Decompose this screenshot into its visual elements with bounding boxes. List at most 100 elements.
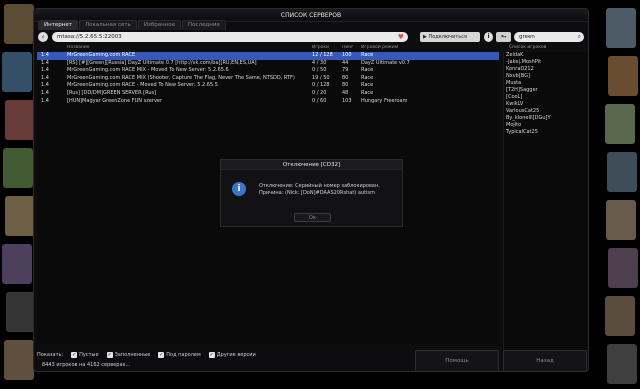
server-players: 0 / 20 [312, 89, 327, 96]
connect-label: Подключиться [428, 34, 467, 40]
info-icon: i [232, 182, 246, 196]
server-players: 4 / 30 [312, 59, 327, 66]
server-name: [HUN]Magyar GreenZone FUN szerver [67, 97, 163, 104]
server-ping: 80 [342, 74, 349, 81]
checkbox-checked-icon[interactable]: ✓ [71, 352, 78, 358]
column-header-players[interactable]: Игроки [312, 45, 342, 50]
server-players: 0 / 50 [312, 67, 327, 74]
server-players: 12 / 128 [312, 52, 333, 58]
server-mode: Race [361, 89, 374, 96]
server-ping: 100 [342, 52, 352, 58]
flag-icon: ⚑▾ [500, 34, 507, 39]
filter-label: Под паролем [166, 352, 201, 358]
server-mode: DayZ Ultimate v0.7 [361, 59, 410, 66]
server-players: 19 / 50 [312, 74, 330, 81]
server-mode: Hungary Freeroam [361, 97, 408, 104]
search-text: green [519, 34, 535, 40]
decorative-background-right [600, 0, 640, 389]
player-list-header: Список игроков [509, 45, 547, 50]
server-row[interactable]: 1.4 MrGreenGaming.com RACE MIX - Moved T… [37, 67, 499, 75]
server-browser-window: СПИСОК СЕРВЕРОВ Интернет Локальная сеть … [33, 8, 589, 372]
checkbox-checked-icon[interactable]: ✓ [106, 352, 113, 358]
filter-label: Пустые [79, 352, 99, 358]
filter-full[interactable]: ✓ Заполненные [106, 352, 151, 358]
player-name: KwikLV [506, 101, 524, 107]
player-name: By_klonelll[DGu]Y [506, 115, 551, 121]
server-address-text: mtasa://5.2.65.5:22003 [57, 34, 122, 40]
server-version: 1.4 [41, 97, 49, 104]
filter-label: Заполненные [114, 352, 151, 358]
server-row[interactable]: 1.4 [HUN]Magyar GreenZone FUN szerver 0 … [37, 98, 499, 106]
arrow-left-icon: ‹ [41, 33, 45, 41]
server-address-input[interactable]: mtasa://5.2.65.5:22003 ♥ [52, 32, 408, 42]
checkbox-checked-icon[interactable]: ✓ [158, 352, 165, 358]
server-mode: Race [361, 67, 374, 74]
dialog-message: Отключение: Серийный номер заблокирован.… [259, 183, 399, 197]
column-header-name[interactable]: Название [67, 45, 307, 50]
search-icon: ⌕ [577, 33, 581, 40]
server-version: 1.4 [41, 59, 49, 66]
server-version: 1.4 [41, 67, 49, 74]
filter-locked[interactable]: ✓ Под паролем [158, 352, 201, 358]
filter-empty[interactable]: ✓ Пустые [71, 352, 99, 358]
play-icon: ▶ [423, 34, 427, 40]
server-name: MrGreenGaming.com RACE MIX (Shooter, Cap… [67, 74, 295, 81]
server-name: [Rus] [DD/DM]GREEN SERVER [Rus] [67, 89, 157, 96]
server-version: 1.4 [41, 52, 49, 58]
server-row[interactable]: 1.4 MrGreenGaming.com RACE 12 / 128 100 … [37, 52, 499, 60]
server-name: MrGreenGaming.com RACE [67, 52, 136, 58]
help-button[interactable]: Помощь [415, 350, 499, 372]
server-row[interactable]: 1.4 MrGreenGaming.com RACE - Moved To Ne… [37, 82, 499, 90]
info-button[interactable]: i [484, 32, 493, 42]
favorite-heart-icon[interactable]: ♥ [398, 32, 404, 42]
server-ping: 80 [342, 82, 349, 89]
search-input[interactable]: green ⌕ [514, 32, 584, 42]
player-list[interactable]: ZeldaK -Jake|.MoshPit KonraD212 Nxvb[BG]… [503, 52, 587, 357]
tab-recent[interactable]: Последние [182, 20, 226, 30]
tab-local-network[interactable]: Локальная сеть [78, 20, 137, 30]
player-name: KonraD212 [506, 66, 534, 72]
filter-other-versions[interactable]: ✓ Другие версии [208, 352, 256, 358]
disconnect-dialog: Отключение [CD32] i Отключение: Серийный… [220, 159, 403, 227]
server-list-header: Название Игроки Пинг Игровой режим [37, 45, 499, 52]
player-name: [T2H]Sagger [506, 87, 538, 93]
server-row[interactable]: 1.4 [RS] [#][Green][Russia] DayZ Ultimat… [37, 60, 499, 68]
server-name: [RS] [#][Green][Russia] DayZ Ultimate 0.… [67, 59, 257, 66]
server-row[interactable]: 1.4 [Rus] [DD/DM]GREEN SERVER [Rus] 0 / … [37, 90, 499, 98]
dialog-message-line1: Отключение: Серийный номер заблокирован. [259, 183, 380, 189]
back-button[interactable]: ‹ [38, 32, 48, 42]
status-text: 8443 игроков на 4162 серверах... [42, 362, 131, 368]
filter-label: Другие версии [216, 352, 256, 358]
server-version: 1.4 [41, 82, 49, 89]
ok-button[interactable]: Ок [294, 213, 331, 222]
show-label: Показать: [37, 352, 64, 358]
player-name: [CooL] [506, 94, 523, 100]
server-ping: 103 [342, 97, 352, 104]
server-players: 0 / 128 [312, 82, 330, 89]
dialog-title: Отключение [CD32] [221, 160, 402, 170]
column-header-ping[interactable]: Пинг [342, 45, 360, 50]
checkbox-checked-icon[interactable]: ✓ [208, 352, 215, 358]
server-mode: Race [361, 82, 374, 89]
player-name: Mojito [506, 122, 522, 128]
search-type-dropdown[interactable]: ⚑▾ [496, 32, 511, 42]
tab-bar: Интернет Локальная сеть Избранное Послед… [38, 20, 226, 30]
connect-button[interactable]: ▶ Подключиться [420, 32, 480, 42]
server-players: 0 / 60 [312, 97, 327, 104]
column-header-mode[interactable]: Игровой режим [361, 45, 461, 50]
server-version: 1.4 [41, 74, 49, 81]
server-row[interactable]: 1.4 MrGreenGaming.com RACE MIX (Shooter,… [37, 75, 499, 83]
filter-bar: Показать: ✓ Пустые ✓ Заполненные ✓ Под паро… [37, 351, 256, 359]
player-name: Nxvb[BG] [506, 73, 530, 79]
server-name: MrGreenGaming.com RACE MIX - Moved To Ne… [67, 67, 229, 74]
back-nav-button[interactable]: Назад [503, 350, 587, 372]
toolbar: ‹ mtasa://5.2.65.5:22003 ♥ ▶ Подключитьс… [37, 31, 587, 44]
server-ping: 79 [342, 67, 349, 74]
server-name: MrGreenGaming.com RACE - Moved To New Se… [67, 82, 218, 89]
server-ping: 48 [342, 89, 349, 96]
tab-internet[interactable]: Интернет [38, 20, 78, 30]
player-name: TypicalCat25 [506, 129, 538, 135]
player-name: VariousCat25 [506, 108, 540, 114]
tab-favorites[interactable]: Избранное [137, 20, 182, 30]
player-name: ZeldaK [506, 52, 524, 58]
